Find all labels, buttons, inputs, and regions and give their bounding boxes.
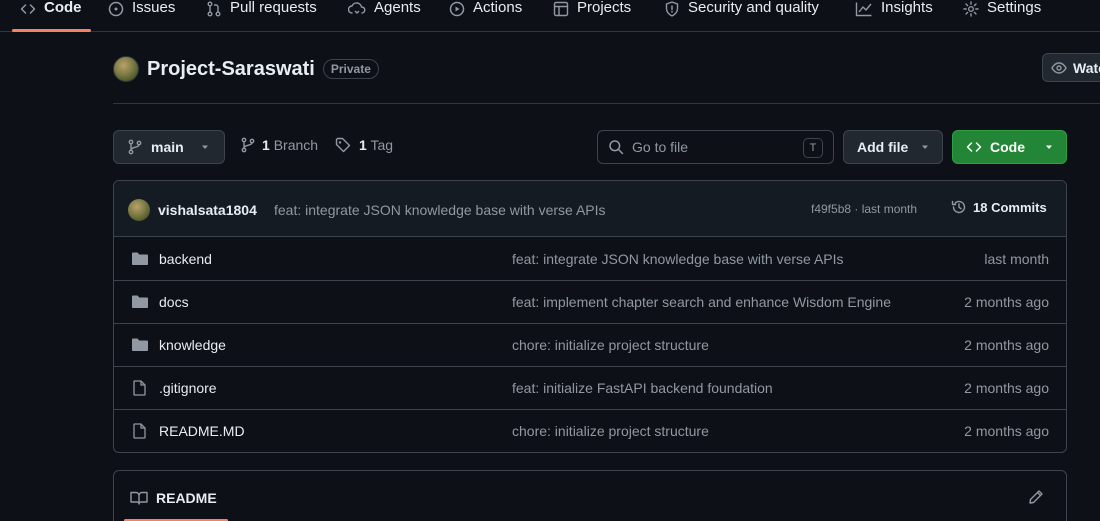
file-name[interactable]: backend <box>159 251 212 267</box>
tag-count-label: Tag <box>370 137 394 153</box>
file-name[interactable]: README.MD <box>159 423 245 439</box>
repo-name[interactable]: Project-Saraswati <box>147 58 315 81</box>
code-dropdown-button[interactable]: Code <box>952 130 1067 164</box>
branches-link[interactable]: 1 Branch <box>240 137 318 153</box>
folder-icon <box>131 294 149 310</box>
tab-label: Issues <box>132 0 176 16</box>
git-branch-icon <box>240 137 256 153</box>
file-icon <box>131 423 149 439</box>
file-name[interactable]: .gitignore <box>159 380 217 396</box>
code-icon <box>20 0 36 17</box>
file-icon <box>131 380 149 396</box>
file-commit-time: 2 months ago <box>964 337 1049 353</box>
search-icon <box>608 139 624 155</box>
tab-settings[interactable]: Settings <box>963 0 1041 32</box>
gear-icon <box>963 0 979 17</box>
tab-label: Code <box>44 0 82 16</box>
tag-count: 1 <box>359 137 367 153</box>
tab-projects[interactable]: Projects <box>553 0 631 32</box>
active-tab-indicator <box>12 29 91 32</box>
triangle-down-icon <box>200 142 210 152</box>
code-button-label: Code <box>990 139 1025 155</box>
file-name[interactable]: knowledge <box>159 337 226 353</box>
triangle-down-icon <box>920 142 930 152</box>
header-divider <box>113 103 1100 104</box>
file-row[interactable]: .gitignore feat: initialize FastAPI back… <box>114 367 1066 410</box>
history-icon <box>951 199 967 215</box>
tab-label: Security and quality <box>688 0 819 16</box>
owner-avatar[interactable] <box>113 56 139 82</box>
tags-link[interactable]: 1 Tag <box>335 137 393 153</box>
tab-label: Actions <box>473 0 523 16</box>
branch-name: main <box>151 139 184 155</box>
repo-nav-tabs: Code Issues Pull requests Agents Actions… <box>0 0 1100 32</box>
tab-actions[interactable]: Actions <box>449 0 522 32</box>
eye-icon <box>1051 60 1067 76</box>
play-icon <box>449 0 465 17</box>
readme-panel: README <box>113 470 1067 521</box>
search-placeholder: Go to file <box>632 139 689 155</box>
tab-label: Pull requests <box>230 0 317 16</box>
file-commit-time: last month <box>984 251 1049 267</box>
tab-code[interactable]: Code <box>20 0 82 32</box>
tab-issues[interactable]: Issues <box>108 0 175 32</box>
code-icon <box>966 139 982 155</box>
readme-title: README <box>156 490 217 506</box>
watch-label: Watch <box>1073 59 1100 76</box>
readme-tab[interactable]: README <box>130 490 217 506</box>
file-row[interactable]: README.MD chore: initialize project stru… <box>114 410 1066 452</box>
agent-icon <box>348 0 366 17</box>
shield-icon <box>664 0 680 17</box>
tab-security[interactable]: Security and quality <box>664 0 819 32</box>
pencil-icon[interactable] <box>1028 489 1044 505</box>
tag-icon <box>335 137 353 153</box>
file-commit-time: 2 months ago <box>964 423 1049 439</box>
git-branch-icon <box>127 139 143 155</box>
graph-icon <box>855 0 873 17</box>
commit-message[interactable]: feat: integrate JSON knowledge base with… <box>274 202 606 218</box>
file-commit-message[interactable]: feat: initialize FastAPI backend foundat… <box>512 380 927 396</box>
file-commit-message[interactable]: feat: integrate JSON knowledge base with… <box>512 251 927 267</box>
add-file-button[interactable]: Add file <box>843 130 943 164</box>
tab-insights[interactable]: Insights <box>855 0 933 32</box>
commit-hash-time[interactable]: f49f5b8 · last month <box>811 202 917 216</box>
branch-count-label: Branch <box>273 137 319 153</box>
tab-label: Insights <box>881 0 933 16</box>
folder-icon <box>131 337 149 353</box>
tab-agents[interactable]: Agents <box>348 0 421 32</box>
triangle-down-icon <box>1044 142 1054 152</box>
file-commit-time: 2 months ago <box>964 380 1049 396</box>
watch-button[interactable]: Watch <box>1042 53 1100 82</box>
git-pull-request-icon <box>206 0 222 17</box>
go-to-file-input[interactable]: Go to file T <box>597 130 834 164</box>
file-commit-message[interactable]: chore: initialize project structure <box>512 423 927 439</box>
book-icon <box>130 490 148 506</box>
author-avatar[interactable] <box>128 199 150 221</box>
commits-count: 18 Commits <box>973 199 1047 215</box>
folder-icon <box>131 251 149 267</box>
tab-label: Projects <box>577 0 632 16</box>
visibility-badge: Private <box>322 59 379 79</box>
add-file-label: Add file <box>857 139 909 155</box>
tab-pull-requests[interactable]: Pull requests <box>206 0 317 32</box>
table-icon <box>553 0 569 17</box>
file-commit-message[interactable]: feat: implement chapter search and enhan… <box>512 294 927 310</box>
file-commit-time: 2 months ago <box>964 294 1049 310</box>
file-row[interactable]: backend feat: integrate JSON knowledge b… <box>114 238 1066 281</box>
tab-label: Settings <box>987 0 1042 16</box>
repo-header: Project-Saraswati Private <box>113 54 379 84</box>
file-name[interactable]: docs <box>159 294 189 310</box>
tab-label: Agents <box>374 0 421 16</box>
branch-selector-button[interactable]: main <box>113 130 225 164</box>
keyboard-shortcut-hint: T <box>803 138 823 158</box>
issue-opened-icon <box>108 0 124 17</box>
latest-commit-bar: vishalsata1804 feat: integrate JSON know… <box>114 181 1066 237</box>
file-commit-message[interactable]: chore: initialize project structure <box>512 337 927 353</box>
file-browser: vishalsata1804 feat: integrate JSON know… <box>113 180 1067 453</box>
file-row[interactable]: docs feat: implement chapter search and … <box>114 281 1066 324</box>
commit-author[interactable]: vishalsata1804 <box>158 202 257 218</box>
file-row[interactable]: knowledge chore: initialize project stru… <box>114 324 1066 367</box>
commits-history-link[interactable]: 18 Commits <box>951 199 1047 215</box>
branch-count: 1 <box>262 137 270 153</box>
